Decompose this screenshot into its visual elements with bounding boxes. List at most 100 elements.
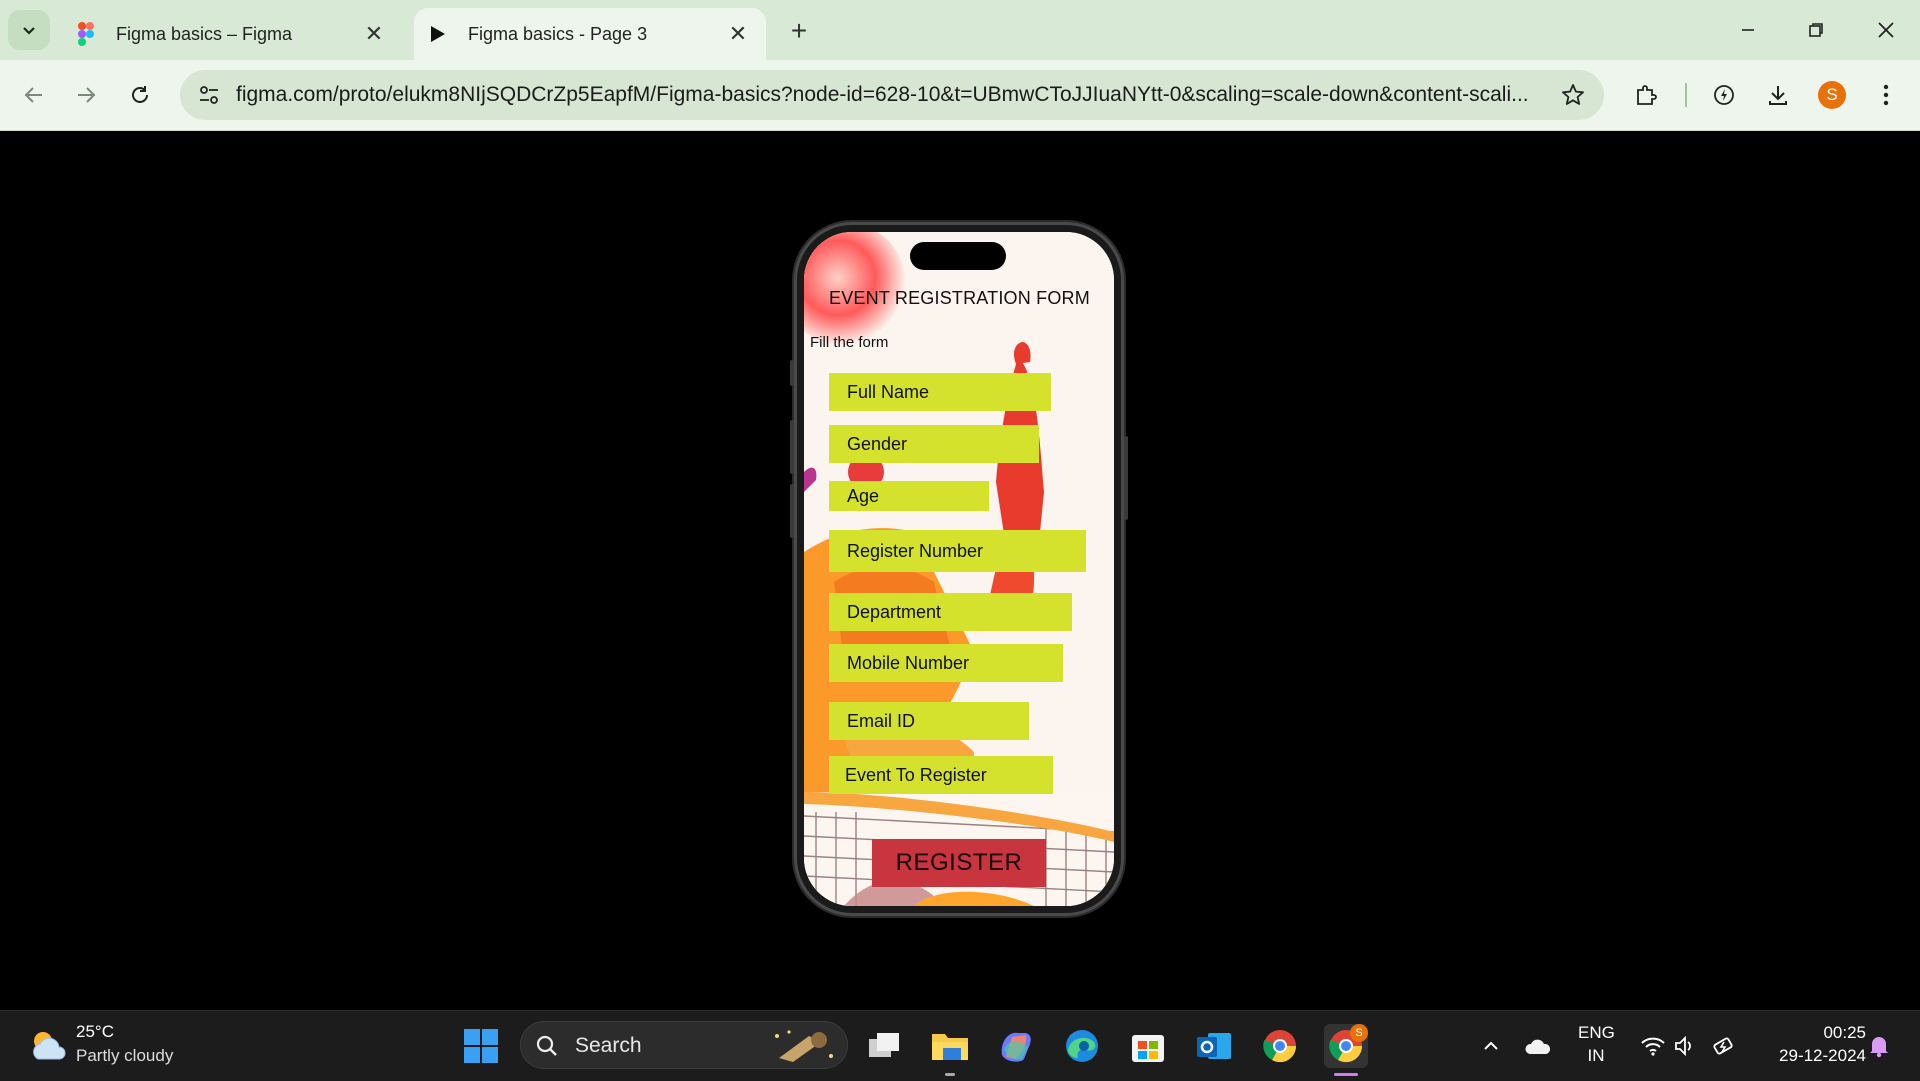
language-region[interactable]: IN (1578, 1046, 1614, 1066)
chrome-icon (1263, 1030, 1297, 1063)
search-highlight-icon (775, 1030, 833, 1062)
cloud-icon (1525, 1039, 1551, 1054)
start-button[interactable] (459, 1024, 503, 1068)
phone-side-button (790, 484, 794, 538)
new-tab-button[interactable]: + (782, 14, 816, 48)
close-icon (1878, 22, 1894, 38)
extensions-button[interactable] (1628, 77, 1664, 113)
minimize-button[interactable] (1724, 10, 1772, 50)
play-icon (426, 22, 450, 46)
email-id-field[interactable]: Email ID (829, 702, 1029, 740)
phone-screen: EVENT REGISTRATION FORM Fill the form Fu… (804, 232, 1114, 906)
notifications-button[interactable] (1866, 1033, 1892, 1059)
form-title: EVENT REGISTRATION FORM (829, 288, 1090, 308)
form-subtitle: Fill the form (810, 334, 889, 351)
tab-figma-prototype[interactable]: Figma basics - Page 3 ✕ (414, 8, 766, 60)
file-explorer-button[interactable] (928, 1024, 972, 1076)
running-indicator (945, 1073, 955, 1076)
onedrive-button[interactable] (1525, 1033, 1551, 1059)
close-icon[interactable]: ✕ (360, 20, 388, 48)
bookmark-star-icon[interactable] (1556, 78, 1590, 112)
speed-icon (1714, 85, 1734, 105)
minimize-icon (1742, 29, 1754, 31)
windows-logo-icon (464, 1029, 498, 1063)
address-bar[interactable]: figma.com/proto/elukm8NIjSQDCrZp5EapfM/F… (180, 70, 1604, 120)
battery-charging-icon (1713, 1037, 1733, 1055)
windows-taskbar: 25°C Partly cloudy Search S ENG IN 00:25… (0, 1010, 1920, 1081)
chevron-up-icon (1484, 1041, 1498, 1050)
reload-button[interactable] (122, 77, 158, 113)
edge-icon (1066, 1030, 1098, 1062)
weather-description[interactable]: Partly cloudy (76, 1046, 173, 1066)
search-icon (536, 1035, 557, 1056)
partly-cloudy-icon[interactable] (26, 1025, 68, 1067)
event-to-register-field[interactable]: Event To Register (829, 756, 1053, 794)
register-number-field[interactable]: Register Number (829, 530, 1086, 572)
tab-title: Figma basics – Figma (116, 23, 293, 44)
close-window-button[interactable] (1862, 10, 1910, 50)
profile-badge: S (1350, 1024, 1368, 1042)
tab-title: Figma basics - Page 3 (468, 23, 648, 44)
figma-logo-icon (74, 22, 98, 46)
close-icon[interactable]: ✕ (724, 20, 752, 48)
copilot-icon (1001, 1032, 1031, 1062)
tab-strip: Figma basics – Figma ✕ Figma basics - Pa… (0, 0, 1920, 60)
register-button[interactable]: REGISTER (872, 839, 1046, 887)
phone-side-button (790, 360, 794, 386)
arrow-right-icon (78, 87, 96, 103)
more-vertical-icon (1883, 84, 1889, 106)
tab-search-button[interactable] (8, 10, 50, 50)
site-settings-icon[interactable] (192, 78, 226, 112)
mobile-number-field[interactable]: Mobile Number (829, 644, 1063, 682)
language-indicator[interactable]: ENG (1578, 1023, 1615, 1043)
clock-time[interactable]: 00:25 (1756, 1023, 1866, 1043)
show-hidden-icons-button[interactable] (1478, 1033, 1504, 1059)
outlook-icon (1197, 1033, 1231, 1059)
arrow-left-icon (24, 87, 42, 103)
back-button[interactable] (16, 77, 52, 113)
forward-button[interactable] (68, 77, 104, 113)
clock-date[interactable]: 29-12-2024 (1756, 1046, 1866, 1066)
task-view-icon (869, 1033, 899, 1057)
downloads-button[interactable] (1760, 77, 1796, 113)
department-field[interactable]: Department (829, 593, 1072, 631)
chrome-profile-button[interactable]: S (1324, 1024, 1368, 1076)
store-icon (1132, 1035, 1164, 1062)
dynamic-island (910, 242, 1006, 270)
phone-side-button (1124, 436, 1128, 520)
full-name-field[interactable]: Full Name (829, 373, 1051, 411)
wifi-icon (1641, 1037, 1665, 1056)
toolbar-divider (1685, 83, 1687, 107)
puzzle-icon (1637, 85, 1657, 105)
gender-field[interactable]: Gender (829, 425, 1039, 463)
phone-side-button (790, 420, 794, 474)
performance-button[interactable] (1706, 77, 1742, 113)
folder-icon (932, 1034, 968, 1060)
volume-status[interactable] (1672, 1033, 1698, 1059)
reload-icon (132, 86, 148, 103)
restore-icon (1809, 23, 1823, 37)
outlook-button[interactable] (1192, 1024, 1236, 1068)
speaker-icon (1675, 1036, 1691, 1056)
copilot-button[interactable] (994, 1024, 1038, 1068)
browser-toolbar: figma.com/proto/elukm8NIjSQDCrZp5EapfM/F… (0, 60, 1920, 131)
chevron-down-icon (23, 27, 35, 35)
menu-button[interactable] (1868, 77, 1904, 113)
profile-avatar[interactable]: S (1818, 81, 1846, 109)
weather-temperature[interactable]: 25°C (76, 1022, 114, 1042)
download-icon (1769, 86, 1787, 105)
url-text[interactable]: figma.com/proto/elukm8NIjSQDCrZp5EapfM/F… (236, 70, 1536, 120)
age-field[interactable]: Age (829, 481, 989, 511)
chrome-button[interactable] (1258, 1024, 1302, 1068)
search-label: Search (575, 1034, 642, 1057)
task-view-button[interactable] (862, 1024, 906, 1068)
microsoft-store-button[interactable] (1126, 1024, 1170, 1068)
tab-figma-file[interactable]: Figma basics – Figma ✕ (62, 8, 402, 60)
edge-button[interactable] (1060, 1024, 1104, 1068)
bell-icon (1870, 1037, 1888, 1058)
battery-status[interactable] (1712, 1033, 1738, 1059)
taskbar-search[interactable]: Search (520, 1021, 848, 1069)
running-indicator (1334, 1073, 1358, 1076)
restore-button[interactable] (1792, 10, 1840, 50)
wifi-status[interactable] (1640, 1033, 1666, 1059)
